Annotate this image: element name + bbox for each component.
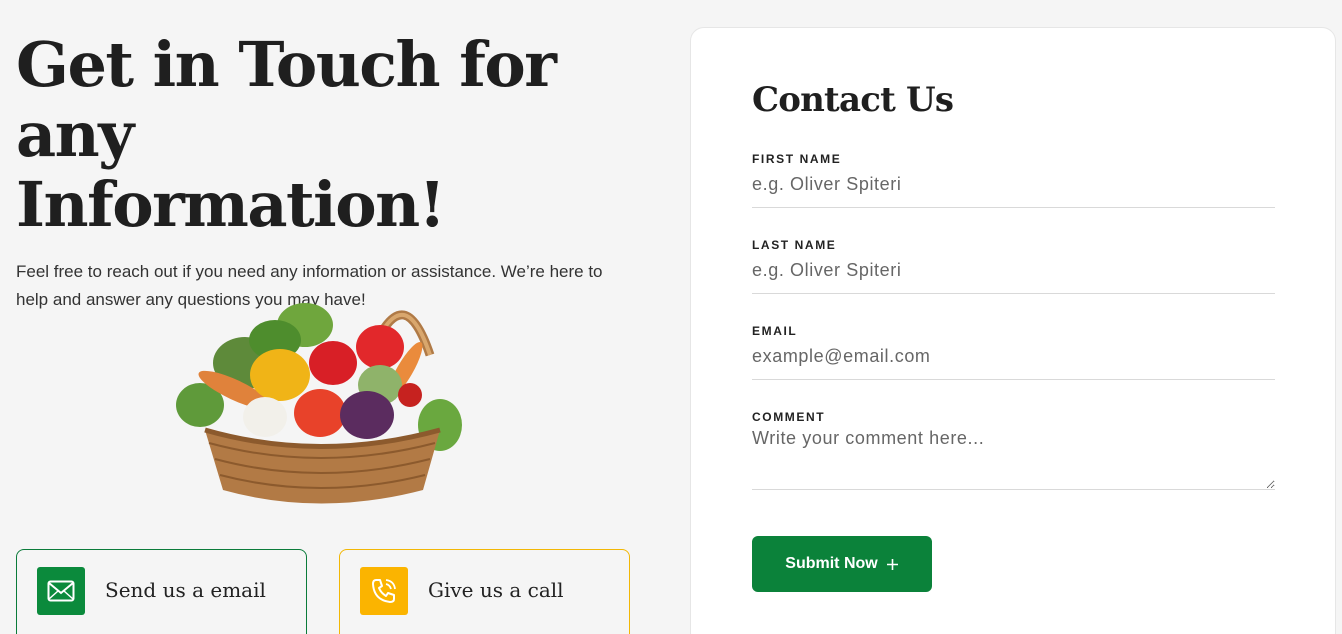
submit-label: Submit Now — [785, 555, 878, 572]
plus-icon — [886, 558, 898, 570]
email-label: EMAIL — [752, 324, 798, 338]
last-name-label: LAST NAME — [752, 238, 837, 252]
page-title: Get in Touch for any Information! — [16, 30, 656, 240]
vegetable-basket-image — [176, 303, 462, 504]
email-field: EMAIL — [752, 324, 1275, 380]
last-name-input[interactable] — [752, 252, 1275, 294]
form-title: Contact Us — [752, 80, 954, 120]
last-name-field: LAST NAME — [752, 238, 1275, 294]
submit-button[interactable]: Submit Now — [752, 536, 932, 592]
call-card-title: Give us a call — [428, 578, 564, 602]
call-contact-card[interactable]: Give us a call — [339, 549, 630, 634]
email-input[interactable] — [752, 338, 1275, 380]
comment-textarea[interactable] — [752, 424, 1275, 490]
envelope-icon — [37, 567, 85, 615]
first-name-label: FIRST NAME — [752, 152, 842, 166]
comment-label: COMMENT — [752, 410, 826, 424]
phone-icon — [360, 567, 408, 615]
contact-intro: Get in Touch for any Information! Feel f… — [16, 30, 656, 314]
comment-field: COMMENT — [752, 410, 1275, 490]
first-name-field: FIRST NAME — [752, 152, 1275, 208]
first-name-input[interactable] — [752, 166, 1275, 208]
email-contact-card[interactable]: Send us a email — [16, 549, 307, 634]
email-card-title: Send us a email — [105, 578, 266, 602]
contact-form-panel: Contact Us FIRST NAME LAST NAME EMAIL CO… — [690, 27, 1336, 634]
headline-line-1: Get in Touch for any — [16, 28, 557, 171]
headline-line-2: Information! — [16, 168, 446, 241]
